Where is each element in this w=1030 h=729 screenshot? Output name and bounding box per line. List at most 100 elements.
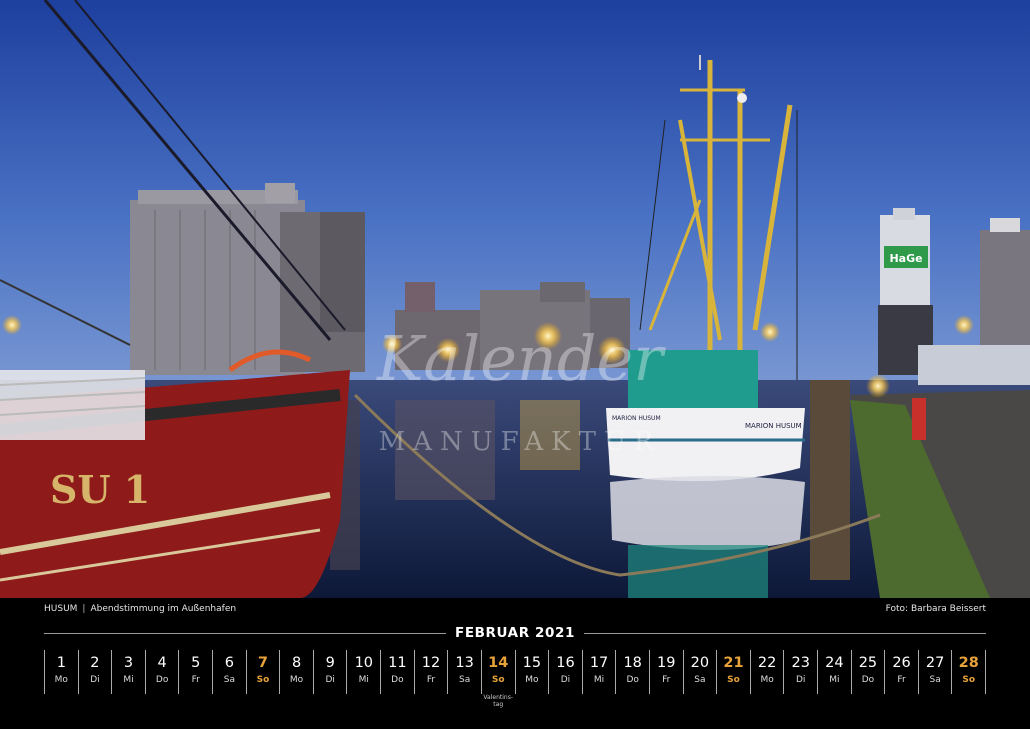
watermark-caps: MANUFAKTUR [379,427,662,457]
weekday-label: So [256,675,270,685]
barrier [912,398,926,440]
weekday-label: Mo [525,675,539,685]
day-number: 18 [623,655,642,671]
day-cell: 10 Mi [346,650,380,694]
day-cell: 27 Sa [917,650,952,694]
day-cell: 24 Mi [817,650,851,694]
day-number: 21 [723,655,744,671]
day-cell: 9 Di [312,650,347,694]
weekday-label: Do [626,675,639,685]
day-number: 16 [556,655,575,671]
day-number: 13 [455,655,474,671]
watermark-script: Kalender [376,322,666,395]
weekday-label: Fr [662,675,671,685]
day-number: 28 [958,655,979,671]
silo-sign: HaGe [889,252,922,265]
day-cell: 6 Sa [212,650,246,694]
day-number: 17 [589,655,609,671]
day-cell: 14 So Valentins- tag [480,650,515,708]
weekday-label: Mo [54,675,68,685]
calendar-strip: HUSUM | Abendstimmung im Außenhafen Foto: … [0,598,1030,729]
weekday-label: Fr [191,675,200,685]
harbor-photo-illustration: HaGe MARION HUSUM MARION HUSUM SU 1 Kale… [0,0,1030,598]
day-number: 5 [191,655,201,671]
day-cell: 1 Mo [44,650,78,694]
boat-name-right: MARION HUSUM [745,422,802,430]
caption-separator: | [82,604,86,614]
day-cell: 2 Di [77,650,112,694]
caption-description: Abendstimmung im Außenhafen [90,604,237,614]
weekday-label: Di [560,675,571,685]
day-number: 24 [825,655,844,671]
weekday-label: Sa [459,675,471,685]
day-cell: 13 Sa [447,650,481,694]
day-cell: 16 Di [548,650,582,694]
harbor-light [2,315,22,335]
fishing-boat-su1: SU 1 [0,349,350,598]
weekday-label: Mi [829,675,840,685]
trawler-reflection [610,476,805,550]
day-number: 12 [421,655,441,671]
day-cell: 4 Do [144,650,179,694]
day-number: 15 [522,655,542,671]
photo-caption: HUSUM | Abendstimmung im Außenhafen [44,604,236,614]
month-rule-right [584,633,986,634]
weekday-label: Sa [223,675,235,685]
day-number: 19 [657,655,676,671]
weekday-label: Do [391,675,404,685]
street-light [954,315,974,335]
day-cell: 21 So [716,650,750,694]
weekday-label: So [962,675,976,685]
weekday-label: So [491,675,505,685]
warehouse-right [918,345,1030,385]
weekday-label: Fr [897,675,906,685]
weekday-label: Fr [426,675,436,685]
harbor-photo: HaGe MARION HUSUM MARION HUSUM SU 1 Kale… [0,0,1030,598]
day-cell: 23 Di [783,650,817,694]
hull-registration: SU 1 [50,467,150,512]
street-light [866,374,890,398]
day-cell: 5 Fr [178,650,212,694]
day-number: 25 [858,655,878,671]
day-number: 4 [157,655,167,671]
days-row: 1 Mo 2 Di 3 Mi 4 Do 5 Fr 6 Sa 7 So 8 Mo 9 Di 10 Mi 11 Do 12 Fr 1… [44,650,987,708]
day-cell: 15 Mo [514,650,549,694]
day-cell: 25 Do [850,650,885,694]
day-number: 26 [892,655,911,671]
day-number: 9 [325,655,335,671]
photo-credit: Foto: Barbara Beissert [885,604,986,614]
day-number: 11 [388,655,407,671]
day-cell: 11 Do [380,650,414,694]
day-cell: 22 Mo [749,650,784,694]
weekday-label: Di [325,675,335,685]
day-cell: 8 Mo [279,650,313,694]
bollard-post [810,380,850,580]
weekday-label: Do [861,675,875,685]
weekday-label: Mi [123,675,134,685]
day-number: 14 [488,655,509,671]
weekday-label: Mo [760,675,774,685]
day-number: 20 [690,655,710,671]
day-cell: 7 So [245,650,280,694]
day-number: 27 [925,655,945,671]
day-cell: 12 Fr [413,650,448,694]
day-cell: 20 Sa [682,650,717,694]
caption-place: HUSUM [44,604,78,614]
weekday-label: Di [795,675,806,685]
day-number: 6 [224,655,234,671]
day-number: 8 [291,655,302,671]
weekday-label: Mi [593,675,605,685]
day-number: 2 [90,655,100,671]
day-number: 1 [56,655,66,671]
day-cell: 19 Fr [648,650,683,694]
day-cell: 28 So [951,650,987,694]
day-cell: 17 Mi [581,650,616,694]
day-cell: 3 Mi [111,650,145,694]
tower-right [980,218,1030,350]
weekday-label: Do [155,675,169,685]
holiday-note: Valentins- tag [483,694,514,708]
weekday-label: Mi [358,675,369,685]
calendar-page: HaGe MARION HUSUM MARION HUSUM SU 1 Kale… [0,0,1030,729]
day-number: 10 [354,655,374,671]
day-number: 3 [123,655,134,671]
